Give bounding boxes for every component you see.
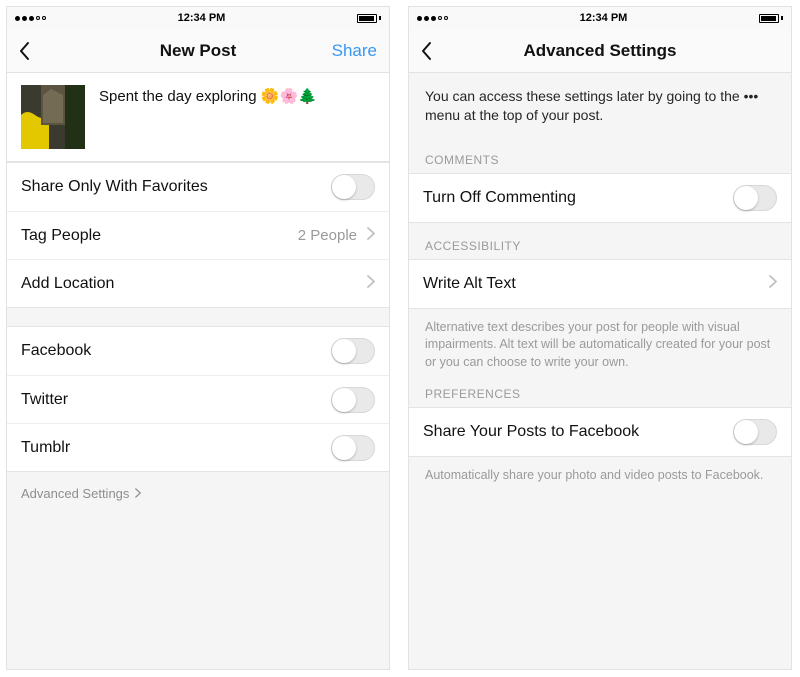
- row-label: Turn Off Commenting: [423, 189, 576, 207]
- share-button[interactable]: Share: [332, 29, 377, 72]
- info-text: You can access these settings later by g…: [409, 73, 791, 137]
- row-add-location[interactable]: Add Location: [7, 259, 389, 307]
- post-options-group: Share Only With Favorites Tag People 2 P…: [7, 162, 389, 308]
- signal-dots-icon: [15, 16, 46, 21]
- row-label: Twitter: [21, 391, 68, 409]
- signal-dots-icon: [417, 16, 448, 21]
- chevron-right-icon: [367, 275, 375, 293]
- advanced-settings-link[interactable]: Advanced Settings: [7, 472, 389, 515]
- status-bar: 12:34 PM: [7, 7, 389, 29]
- battery-icon: [357, 14, 381, 23]
- row-turn-off-commenting[interactable]: Turn Off Commenting: [409, 174, 791, 222]
- caption-area[interactable]: Spent the day exploring 🌼🌸🌲: [7, 73, 389, 162]
- row-label: Share Your Posts to Facebook: [423, 423, 639, 441]
- nav-bar: Advanced Settings: [409, 29, 791, 73]
- toggle-twitter[interactable]: [331, 387, 375, 413]
- toggle-tumblr[interactable]: [331, 435, 375, 461]
- alt-text-hint: Alternative text describes your post for…: [409, 309, 791, 372]
- row-share-favorites[interactable]: Share Only With Favorites: [7, 163, 389, 211]
- section-comments-label: COMMENTS: [409, 137, 791, 173]
- row-label: Facebook: [21, 342, 91, 360]
- status-bar: 12:34 PM: [409, 7, 791, 29]
- row-alt-text[interactable]: Write Alt Text: [409, 260, 791, 308]
- row-label: Add Location: [21, 275, 114, 293]
- section-preferences-label: PREFERENCES: [409, 371, 791, 407]
- section-accessibility-label: ACCESSIBILITY: [409, 223, 791, 259]
- advanced-settings-label: Advanced Settings: [21, 486, 129, 501]
- toggle-commenting[interactable]: [733, 185, 777, 211]
- share-fb-hint: Automatically share your photo and video…: [409, 457, 791, 485]
- share-to-group: Facebook Twitter Tumblr: [7, 326, 389, 472]
- toggle-facebook[interactable]: [331, 338, 375, 364]
- nav-bar: New Post Share: [7, 29, 389, 73]
- screen-advanced-settings: 12:34 PM Advanced Settings You can acces…: [408, 6, 792, 670]
- row-label: Tumblr: [21, 439, 70, 457]
- preferences-group: Share Your Posts to Facebook: [409, 407, 791, 457]
- battery-icon: [759, 14, 783, 23]
- tag-people-count: 2 People: [298, 227, 357, 244]
- accessibility-group: Write Alt Text: [409, 259, 791, 309]
- row-share-twitter[interactable]: Twitter: [7, 375, 389, 423]
- post-thumbnail[interactable]: [21, 85, 85, 149]
- back-button[interactable]: [419, 29, 433, 72]
- chevron-right-icon: [135, 486, 141, 501]
- row-tag-people[interactable]: Tag People 2 People: [7, 211, 389, 259]
- row-label: Write Alt Text: [423, 275, 516, 293]
- row-share-facebook[interactable]: Facebook: [7, 327, 389, 375]
- row-share-tumblr[interactable]: Tumblr: [7, 423, 389, 471]
- row-label: Share Only With Favorites: [21, 178, 208, 196]
- caption-text[interactable]: Spent the day exploring 🌼🌸🌲: [99, 85, 317, 149]
- toggle-favorites[interactable]: [331, 174, 375, 200]
- comments-group: Turn Off Commenting: [409, 173, 791, 223]
- page-title: New Post: [160, 41, 237, 61]
- page-title: Advanced Settings: [523, 41, 676, 61]
- row-label: Tag People: [21, 227, 101, 245]
- status-time: 12:34 PM: [178, 12, 226, 24]
- chevron-right-icon: [769, 275, 777, 293]
- toggle-share-facebook[interactable]: [733, 419, 777, 445]
- screen-new-post: 12:34 PM New Post Share Spent the day ex…: [6, 6, 390, 670]
- row-share-posts-facebook[interactable]: Share Your Posts to Facebook: [409, 408, 791, 456]
- chevron-right-icon: [367, 227, 375, 245]
- status-time: 12:34 PM: [580, 12, 628, 24]
- back-button[interactable]: [17, 29, 31, 72]
